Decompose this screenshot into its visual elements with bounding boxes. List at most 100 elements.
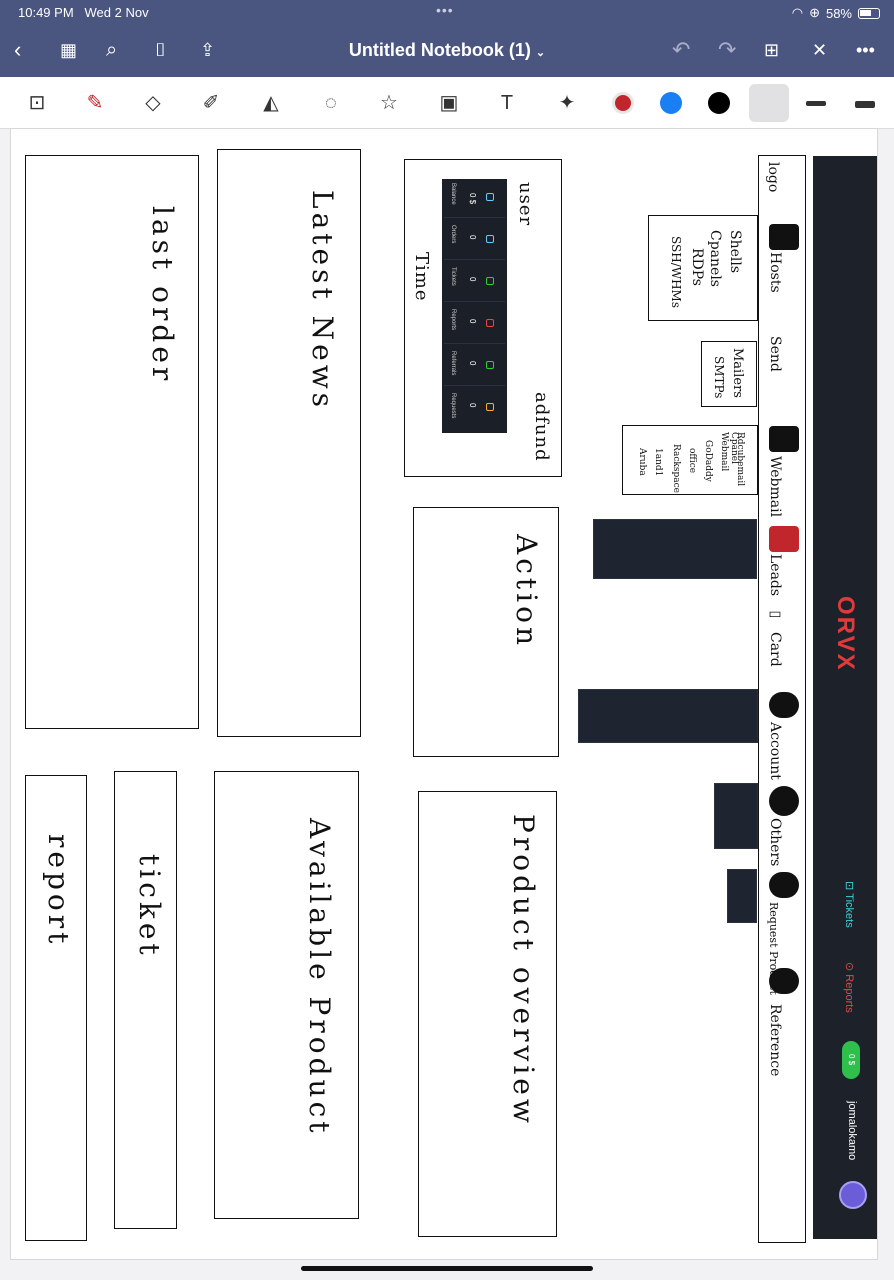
- group-icon: [769, 692, 799, 718]
- note-mailers: Mailers: [730, 348, 745, 398]
- note-smtps: SMTPs: [712, 356, 726, 399]
- action-box: Action: [413, 507, 559, 757]
- accounts-table-preview: [578, 689, 758, 743]
- balance-icon: [486, 193, 494, 201]
- product-overview-label: Product overview: [507, 814, 540, 1127]
- text-icon[interactable]: T: [492, 89, 522, 117]
- undo-icon[interactable]: ↶: [672, 36, 690, 64]
- orvx-logo: ORVX: [832, 596, 859, 672]
- note-cpanel-webmail: Cpanel Webmail: [719, 432, 739, 472]
- notebook-icon: [769, 526, 799, 552]
- image-icon[interactable]: ▣: [434, 89, 464, 117]
- product-overview-box: Product overview: [418, 791, 557, 1237]
- avatar: [839, 1181, 867, 1209]
- orvx-balance-badge: 0 $: [842, 1041, 860, 1079]
- sticker-icon[interactable]: ☆: [374, 89, 404, 117]
- note-shells: Shells: [727, 230, 743, 274]
- lasso-icon[interactable]: ◌: [316, 89, 346, 117]
- color-swatch-red[interactable]: [612, 92, 634, 114]
- pen-icon[interactable]: ✎: [80, 89, 110, 117]
- dashboard-preview: Balance 0 $ Orders 0 Tickets 0 Reports 0 Ref…: [442, 179, 507, 433]
- report-label: report: [42, 834, 75, 948]
- webmail-note: Rdcubemail Cpanel Webmail GoDaddy office…: [622, 425, 758, 495]
- orientation-lock-icon: ⊕: [809, 5, 820, 20]
- dash-referrals: Referrals 0: [444, 347, 505, 386]
- referrals-icon: [486, 361, 494, 369]
- more-icon[interactable]: •••: [856, 36, 875, 64]
- menu-webmail: Webmail: [767, 456, 783, 518]
- last-order-label: last order: [146, 206, 179, 385]
- pen-off-icon[interactable]: ✕: [812, 36, 827, 64]
- dash-requests: Requests 0: [444, 389, 505, 428]
- orvx-sidebar-preview: ORVX ⊡ Tickets ⊙ Reports 0 $ jomalokamo: [813, 156, 877, 1239]
- server-icon: [769, 224, 799, 250]
- reports-icon: [486, 319, 494, 327]
- add-page-icon[interactable]: ⊞: [764, 36, 779, 64]
- note-office: office: [687, 448, 697, 474]
- latest-news-label: Latest News: [306, 190, 339, 412]
- action-label: Action: [510, 534, 543, 649]
- ticket-box: ticket: [114, 771, 177, 1229]
- highlighter-icon[interactable]: ✐: [196, 89, 226, 117]
- note-aruba: Aruba: [637, 448, 647, 476]
- user-label: user: [515, 182, 536, 227]
- ticket-label: ticket: [133, 854, 166, 959]
- card-icon: ▭: [767, 606, 783, 622]
- menu-others: Others: [767, 818, 783, 867]
- home-indicator: [301, 1266, 593, 1271]
- leads-table-preview: [593, 519, 757, 579]
- reference-icon: [769, 968, 799, 994]
- orvx-username: jomalokamo: [846, 1101, 858, 1161]
- orvx-reports: ⊙ Reports: [843, 962, 855, 1013]
- app: 10:49 PM Wed 2 Nov ••• ◠ ⊕ 58% ‹ ▦ ⌕ ⌷ ⇪…: [0, 0, 894, 1280]
- request-table-preview: [727, 869, 757, 923]
- available-product-label: Available Product: [303, 818, 336, 1137]
- dash-balance: Balance 0 $: [444, 179, 505, 218]
- lasso-zoom-icon[interactable]: ⊡: [22, 89, 52, 117]
- color-swatch-black[interactable]: [708, 92, 730, 114]
- menu-account: Account: [767, 722, 783, 780]
- menu-reference: Reference: [767, 1004, 783, 1077]
- sketch-menu-column: logo Hosts Send Webmail Leads ▭ Card Acc…: [758, 155, 806, 1243]
- note-ssh-whms: SSH/WHMs: [669, 236, 683, 308]
- adfund-label: adfund: [531, 392, 552, 462]
- menu-send: Send: [767, 336, 783, 372]
- notebook-title[interactable]: Untitled Notebook (1) ⌄: [0, 40, 894, 61]
- briefcase-icon: [769, 426, 799, 452]
- note-godaddy: GoDaddy: [703, 440, 713, 482]
- redo-icon[interactable]: ↷: [718, 36, 736, 64]
- send-note: Mailers SMTPs: [701, 341, 757, 407]
- available-product-box: Available Product: [214, 771, 359, 1219]
- menu-hosts: Hosts: [767, 252, 783, 293]
- stroke-medium[interactable]: [806, 101, 826, 106]
- dash-reports: Reports 0: [444, 305, 505, 344]
- others-table-preview: [714, 783, 758, 849]
- laser-icon[interactable]: ✦: [552, 89, 582, 117]
- dash-orders: Orders 0: [444, 221, 505, 260]
- orvx-tickets: ⊡ Tickets: [843, 881, 855, 928]
- shapes-icon[interactable]: ◭: [256, 89, 286, 117]
- add-user-icon: [769, 872, 799, 898]
- color-swatch-blue[interactable]: [660, 92, 682, 114]
- eraser-icon[interactable]: ◇: [138, 89, 168, 117]
- battery-icon: [858, 7, 880, 19]
- note-cpanels: Cpanels: [707, 230, 723, 287]
- notebook-page[interactable]: last order Latest News Time user adfund …: [10, 128, 878, 1260]
- hosts-note: Shells Cpanels RDPs SSH/WHMs: [648, 215, 758, 321]
- tickets-icon: [486, 277, 494, 285]
- menu-leads: Leads: [767, 554, 783, 597]
- latest-news-box: Latest News: [217, 149, 361, 737]
- multitask-dots-icon[interactable]: •••: [436, 2, 454, 18]
- report-box: report: [25, 775, 87, 1241]
- dash-tickets: Tickets 0: [444, 263, 505, 302]
- menu-card: Card: [767, 632, 783, 667]
- stroke-thick[interactable]: [855, 101, 875, 108]
- orders-icon: [486, 235, 494, 243]
- status-indicators: ◠ ⊕ 58%: [792, 5, 880, 21]
- menu-logo: logo: [765, 162, 781, 193]
- top-bar: 10:49 PM Wed 2 Nov ••• ◠ ⊕ 58% ‹ ▦ ⌕ ⌷ ⇪…: [0, 0, 894, 77]
- chevron-down-icon[interactable]: ⌄: [536, 47, 545, 59]
- note-1and1: 1and1: [653, 448, 663, 477]
- battery-level: 58%: [825, 5, 852, 21]
- more-circle-icon: [769, 786, 799, 816]
